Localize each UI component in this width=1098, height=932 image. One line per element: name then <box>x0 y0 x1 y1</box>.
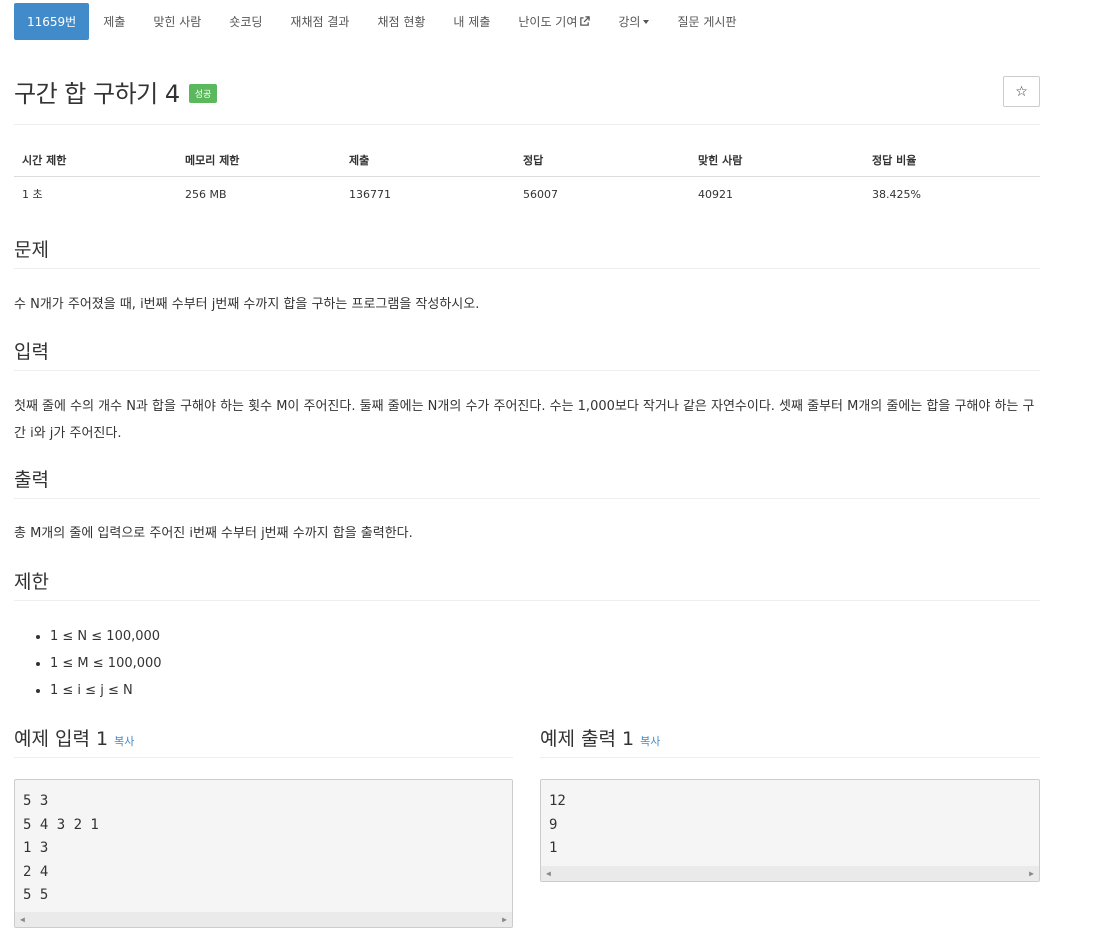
tab-problem-number[interactable]: 11659번 <box>14 3 90 40</box>
table-row: 1 초 256 MB 136771 56007 40921 38.425% <box>14 177 1040 212</box>
problem-title-row: 구간 합 구하기 4 성공 ☆ <box>14 74 1040 114</box>
section-input-heading: 입력 <box>14 337 1040 371</box>
horizontal-scrollbar[interactable]: ◀ ▶ <box>541 866 1039 881</box>
limits-heading: 제한 <box>14 567 49 601</box>
problem-heading: 문제 <box>14 235 49 269</box>
tab-judge-status[interactable]: 채점 현황 <box>363 3 439 40</box>
page: 11659번 제출 맞힌 사람 숏코딩 재채점 결과 채점 현황 내 제출 난이… <box>0 0 1098 932</box>
scroll-left-icon[interactable]: ◀ <box>546 869 551 878</box>
header-accept-rate: 정답 비율 <box>864 146 1040 177</box>
list-item: 1 ≤ i ≤ j ≤ N <box>50 677 162 704</box>
sample-output-title: 예제 출력 1 <box>540 728 635 750</box>
tab-my-submissions[interactable]: 내 제출 <box>439 3 504 40</box>
scroll-right-icon[interactable]: ▶ <box>502 915 507 924</box>
tab-submit[interactable]: 제출 <box>89 3 139 40</box>
section-divider <box>14 498 1040 499</box>
section-divider <box>14 600 1040 601</box>
memory-limit-value: 256 MB <box>185 187 227 201</box>
scroll-left-icon[interactable]: ◀ <box>20 915 25 924</box>
sample-output-box: 12 9 1 ◀ ▶ <box>540 779 1040 882</box>
accept-rate-value: 38.425% <box>872 187 921 201</box>
tab-qna-board[interactable]: 질문 게시판 <box>663 3 750 40</box>
section-problem-heading: 문제 <box>14 235 1040 269</box>
sample-input-title: 예제 입력 1 <box>14 728 109 750</box>
horizontal-scrollbar[interactable]: ◀ ▶ <box>15 912 512 927</box>
header-memory-limit: 메모리 제한 <box>177 146 341 177</box>
copy-sample-input-button[interactable]: 복사 <box>114 735 134 748</box>
tab-short-coding[interactable]: 숏코딩 <box>215 3 276 40</box>
input-heading: 입력 <box>14 337 49 371</box>
scroll-right-icon[interactable]: ▶ <box>1029 869 1034 878</box>
section-divider <box>14 268 1040 269</box>
limits-list: 1 ≤ N ≤ 100,000 1 ≤ M ≤ 100,000 1 ≤ i ≤ … <box>14 623 162 704</box>
problem-description: 수 N개가 주어졌을 때, i번째 수부터 j번째 수까지 합을 구하는 프로그… <box>14 297 480 312</box>
tab-difficulty-label: 난이도 기여 <box>518 15 578 29</box>
favorite-button[interactable]: ☆ <box>1003 76 1040 107</box>
list-item: 1 ≤ N ≤ 100,000 <box>50 623 162 650</box>
section-output-heading: 출력 <box>14 465 1040 499</box>
header-solvers: 맞힌 사람 <box>690 146 864 177</box>
output-description: 총 M개의 줄에 입력으로 주어진 i번째 수부터 j번째 수까지 합을 출력한… <box>14 526 413 541</box>
sample-output-heading: 예제 출력 1 복사 <box>540 724 661 758</box>
chevron-down-icon <box>643 19 650 24</box>
section-divider <box>540 757 1040 758</box>
section-limits-heading: 제한 <box>14 567 1040 601</box>
input-description: 첫째 줄에 수의 개수 N과 합을 구해야 하는 횟수 M이 주어진다. 둘째 … <box>14 399 1035 441</box>
status-badge: 성공 <box>188 84 218 103</box>
section-sample-input-heading: 예제 입력 1 복사 <box>14 724 513 758</box>
time-limit-value: 1 초 <box>22 188 43 201</box>
tab-solvers[interactable]: 맞힌 사람 <box>139 3 215 40</box>
sample-input-code: 5 3 5 4 3 2 1 1 3 2 4 5 5 <box>23 793 99 903</box>
star-icon: ☆ <box>1015 83 1028 100</box>
section-divider <box>14 370 1040 371</box>
tab-lectures[interactable]: 강의 <box>604 3 663 40</box>
list-item: 1 ≤ M ≤ 100,000 <box>50 650 162 677</box>
section-sample-output-heading: 예제 출력 1 복사 <box>540 724 1040 758</box>
problem-nav: 11659번 제출 맞힌 사람 숏코딩 재채점 결과 채점 현황 내 제출 난이… <box>14 3 750 40</box>
sample-input-heading: 예제 입력 1 복사 <box>14 724 135 758</box>
header-submissions: 제출 <box>341 146 515 177</box>
external-link-icon <box>580 16 591 26</box>
sample-input-box: 5 3 5 4 3 2 1 1 3 2 4 5 5 ◀ ▶ <box>14 779 513 928</box>
section-divider <box>14 757 513 758</box>
output-heading: 출력 <box>14 465 49 499</box>
header-time-limit: 시간 제한 <box>14 146 177 177</box>
copy-sample-output-button[interactable]: 복사 <box>640 735 660 748</box>
tab-lectures-label: 강의 <box>618 15 641 29</box>
sample-output-code: 12 9 1 <box>549 793 566 856</box>
tab-difficulty-contribution[interactable]: 난이도 기여 <box>504 3 604 40</box>
title-divider <box>14 124 1040 125</box>
header-accepted: 정답 <box>515 146 690 177</box>
table-header-row: 시간 제한 메모리 제한 제출 정답 맞힌 사람 정답 비율 <box>14 146 1040 177</box>
tab-rejudge-results[interactable]: 재채점 결과 <box>276 3 363 40</box>
problem-info-table: 시간 제한 메모리 제한 제출 정답 맞힌 사람 정답 비율 1 초 256 M… <box>14 146 1040 211</box>
page-title: 구간 합 구하기 4 <box>14 80 180 108</box>
submissions-value: 136771 <box>349 187 391 201</box>
accepted-value: 56007 <box>523 187 558 201</box>
solvers-value: 40921 <box>698 187 733 201</box>
